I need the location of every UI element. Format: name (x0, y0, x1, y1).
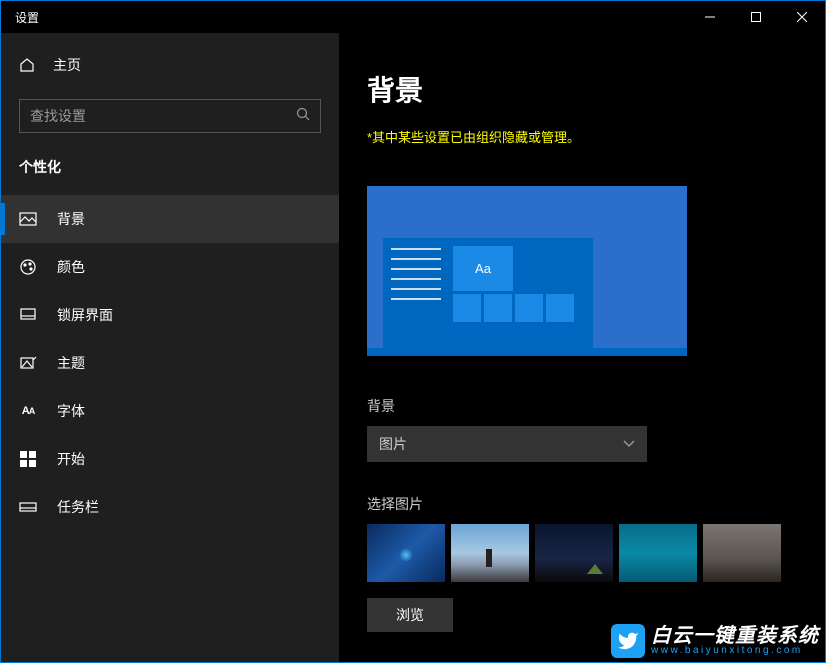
sidebar-item-label: 主题 (57, 353, 85, 373)
minimize-button[interactable] (687, 1, 733, 33)
sidebar-item-start[interactable]: 开始 (1, 435, 339, 483)
preview-tiles: Aa (453, 238, 593, 348)
picture-thumb-3[interactable] (535, 524, 613, 582)
search-box[interactable] (19, 99, 321, 133)
section-title: 个性化 (1, 157, 339, 177)
org-managed-notice: *其中某些设置已由组织隐藏或管理。 (367, 127, 797, 146)
watermark-url: www.baiyunxitong.com (651, 646, 819, 656)
background-type-dropdown[interactable]: 图片 (367, 426, 647, 462)
sidebar-item-label: 颜色 (57, 257, 85, 277)
background-type-label: 背景 (367, 396, 797, 416)
home-icon (19, 57, 35, 73)
body-area: 主页 个性化 背景 (1, 33, 825, 662)
choose-picture-label: 选择图片 (367, 494, 797, 514)
start-icon (19, 450, 37, 468)
picture-thumbnails (367, 524, 797, 582)
search-input[interactable] (30, 108, 270, 124)
settings-window: 设置 主页 (0, 0, 826, 663)
sidebar: 主页 个性化 背景 (1, 33, 339, 662)
close-button[interactable] (779, 1, 825, 33)
watermark-icon (611, 624, 645, 658)
sidebar-item-label: 任务栏 (57, 497, 99, 517)
sidebar-item-label: 字体 (57, 401, 85, 421)
dropdown-value: 图片 (379, 434, 407, 454)
window-controls (687, 1, 825, 33)
preview-window: Aa (383, 238, 593, 348)
image-icon (19, 210, 37, 228)
sidebar-item-colors[interactable]: 颜色 (1, 243, 339, 291)
preview-menu (383, 238, 453, 348)
watermark: 白云一键重装系统 www.baiyunxitong.com (611, 624, 819, 658)
font-icon: AA (19, 402, 37, 420)
watermark-text: 白云一键重装系统 (651, 626, 819, 646)
home-link[interactable]: 主页 (1, 45, 339, 85)
desktop-preview: Aa (367, 186, 687, 356)
home-label: 主页 (53, 55, 81, 75)
browse-button[interactable]: 浏览 (367, 598, 453, 632)
palette-icon (19, 258, 37, 276)
sidebar-item-taskbar[interactable]: 任务栏 (1, 483, 339, 531)
sidebar-item-label: 锁屏界面 (57, 305, 113, 325)
fit-label: 选择契合度 (367, 660, 797, 662)
preview-tile-aa: Aa (453, 246, 513, 291)
search-icon (296, 107, 310, 126)
sidebar-item-fonts[interactable]: AA 字体 (1, 387, 339, 435)
sidebar-item-lockscreen[interactable]: 锁屏界面 (1, 291, 339, 339)
lockscreen-icon (19, 306, 37, 324)
app-title: 设置 (15, 9, 39, 26)
picture-thumb-4[interactable] (619, 524, 697, 582)
content-area: 背景 *其中某些设置已由组织隐藏或管理。 Aa (339, 33, 825, 662)
sidebar-item-themes[interactable]: 主题 (1, 339, 339, 387)
sidebar-item-background[interactable]: 背景 (1, 195, 339, 243)
picture-thumb-2[interactable] (451, 524, 529, 582)
sidebar-item-label: 背景 (57, 209, 85, 229)
chevron-down-icon (623, 437, 635, 451)
page-title: 背景 (367, 69, 797, 109)
picture-thumb-5[interactable] (703, 524, 781, 582)
titlebar: 设置 (1, 1, 825, 33)
maximize-button[interactable] (733, 1, 779, 33)
picture-thumb-1[interactable] (367, 524, 445, 582)
taskbar-icon (19, 498, 37, 516)
themes-icon (19, 354, 37, 372)
sidebar-item-label: 开始 (57, 449, 85, 469)
